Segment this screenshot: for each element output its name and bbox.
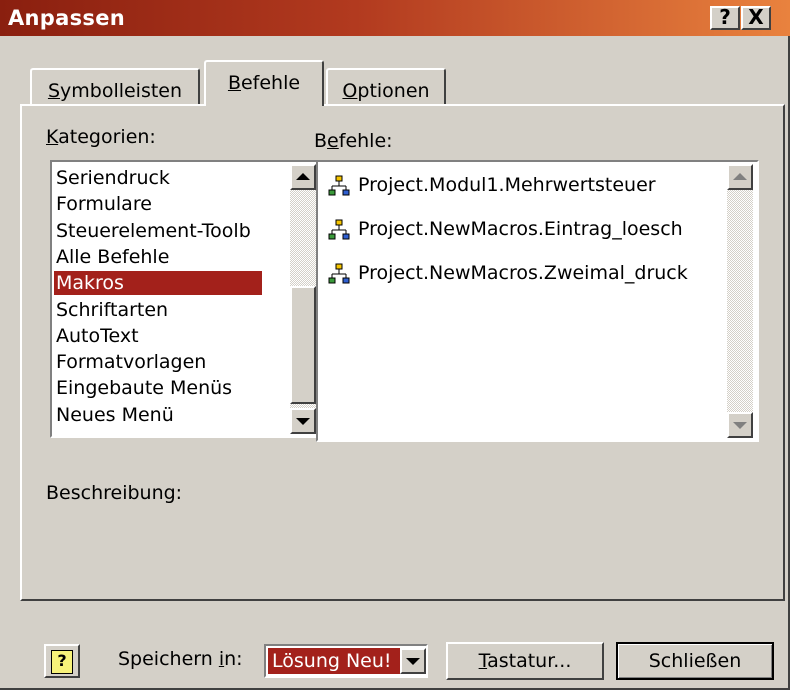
scroll-down-button[interactable] [727,412,753,438]
title-bar: Anpassen ? X [0,0,790,36]
categories-scrollbar[interactable] [290,164,316,434]
command-label: Project.NewMacros.Eintrag_loesch [358,218,683,240]
category-item[interactable]: Steuerelement-Toolb [56,219,251,243]
category-item[interactable]: AutoText [56,324,139,348]
tab-symbolleisten-label: Symbolleisten [47,80,183,102]
category-item[interactable]: Formatvorlagen [56,350,206,374]
categories-list[interactable]: Seriendruck Formulare Steuerelement-Toolb A… [50,160,320,438]
dropdown-button[interactable] [400,648,426,674]
close-button-label: Schließen [648,650,742,672]
customize-dialog: Anpassen ? X Symbolleisten Befehle Optio… [0,0,790,690]
help-icon: ? [51,650,73,674]
category-item[interactable]: Alle Befehle [56,245,169,269]
save-in-dropdown[interactable]: Lösung Neu! [264,644,428,678]
keyboard-button[interactable]: Tastatur... [446,642,604,680]
close-button[interactable]: Schließen [616,642,774,680]
category-item[interactable]: Formulare [56,192,152,216]
commands-list[interactable]: Project.Modul1.Mehrwertsteuer Project.New… [316,160,759,442]
help-title-button[interactable]: ? [710,6,740,30]
category-item[interactable]: Eingebaute Menüs [56,376,232,400]
commands-label: Befehle: [314,130,393,152]
scroll-up-button[interactable] [727,164,753,190]
close-title-button[interactable]: X [741,6,771,30]
tab-befehle-label: Befehle [227,72,301,94]
help-button[interactable]: ? [44,644,80,678]
command-label: Project.Modul1.Mehrwertsteuer [358,174,656,196]
commands-scrollbar[interactable] [727,164,753,438]
chevron-down-icon [406,658,420,665]
macro-icon [328,263,350,283]
arrow-up-icon [296,173,310,180]
save-in-value: Lösung Neu! [268,648,400,674]
tab-optionen[interactable]: Optionen [326,68,446,104]
tab-befehle[interactable]: Befehle [204,60,324,106]
scroll-thumb[interactable] [290,286,316,404]
save-in-label: Speichern in: [118,648,243,670]
command-item[interactable]: Project.Modul1.Mehrwertsteuer [328,170,656,200]
category-item[interactable]: Neues Menü [56,403,174,427]
category-item[interactable]: Makros [54,271,262,296]
category-item[interactable]: Seriendruck [56,166,170,190]
scroll-down-button[interactable] [290,408,316,434]
window-title: Anpassen [8,6,125,30]
tab-optionen-label: Optionen [342,80,430,102]
description-label: Beschreibung: [46,482,183,504]
tab-panel-befehle: Kategorien: Befehle: Seriendruck Formular… [20,104,785,601]
command-item[interactable]: Project.NewMacros.Eintrag_loesch [328,214,683,244]
keyboard-button-label: Tastatur... [478,650,572,672]
arrow-down-icon [733,422,747,429]
tab-symbolleisten[interactable]: Symbolleisten [30,68,200,104]
macro-icon [328,219,350,239]
scroll-up-button[interactable] [290,164,316,190]
arrow-down-icon [296,418,310,425]
arrow-up-icon [733,173,747,180]
categories-label: Kategorien: [46,126,156,148]
command-item[interactable]: Project.NewMacros.Zweimal_druck [328,258,688,288]
category-item[interactable]: Schriftarten [56,298,168,322]
command-label: Project.NewMacros.Zweimal_druck [358,262,688,284]
macro-icon [328,175,350,195]
